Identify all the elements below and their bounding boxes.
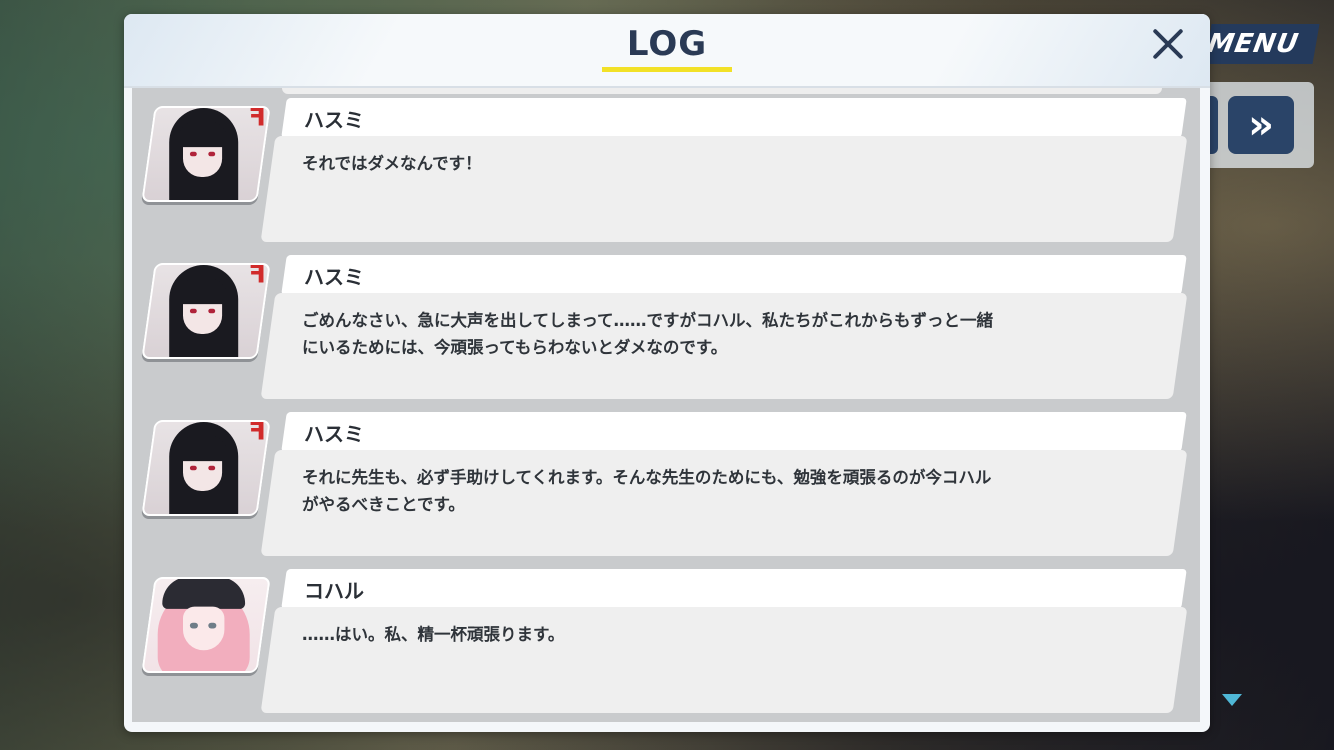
speaker-name: ハスミ bbox=[304, 108, 364, 132]
speaker-name: ハスミ bbox=[304, 265, 364, 289]
hasumi-portrait-icon: ꟻ bbox=[141, 106, 271, 202]
fast-forward-icon: » bbox=[1248, 102, 1274, 148]
avatar-koharu[interactable] bbox=[141, 577, 271, 673]
wing-emblem-icon: ꟻ bbox=[248, 263, 266, 290]
previous-entry-fragment bbox=[282, 88, 1162, 94]
menu-button[interactable]: MENU bbox=[1204, 24, 1320, 64]
hasumi-portrait-icon: ꟻ bbox=[141, 420, 271, 516]
close-icon[interactable] bbox=[1146, 22, 1190, 66]
name-plate bbox=[281, 255, 1187, 295]
hasumi-portrait-icon: ꟻ bbox=[141, 263, 271, 359]
menu-label: MENU bbox=[1205, 29, 1302, 59]
avatar-hasumi[interactable]: ꟻ bbox=[141, 263, 271, 359]
koharu-portrait-icon bbox=[141, 577, 271, 673]
log-entry: ꟻ ハスミ ごめんなさい、急に大声を出してしまって……ですがコハル、私たちがこれ… bbox=[132, 255, 1200, 403]
wing-emblem-icon: ꟻ bbox=[248, 420, 266, 447]
speaker-name: ハスミ bbox=[304, 422, 364, 446]
dialogue-text: ごめんなさい、急に大声を出してしまって……ですがコハル、私たちがこれからもずっと… bbox=[302, 311, 994, 357]
name-plate bbox=[281, 412, 1187, 452]
log-title: LOG bbox=[626, 24, 708, 64]
avatar-hasumi[interactable]: ꟻ bbox=[141, 106, 271, 202]
speaker-name: コハル bbox=[304, 579, 364, 603]
log-header: LOG bbox=[124, 14, 1210, 88]
log-window: LOG ꟻ ハスミ それではダメなんです！ ꟻ ハスミ ごめんなさい、急に大声を… bbox=[124, 14, 1210, 732]
dialogue-text: それではダメなんです！ bbox=[302, 154, 482, 173]
scroll-down-icon bbox=[1222, 694, 1242, 706]
wing-emblem-icon: ꟻ bbox=[248, 106, 266, 133]
dialogue-text: それに先生も、必ず手助けしてくれます。そんな先生のためにも、勉強を頑張るのが今コ… bbox=[302, 468, 992, 514]
skip-button[interactable]: » bbox=[1228, 96, 1294, 154]
name-plate bbox=[281, 98, 1187, 138]
log-entry: コハル ……はい。私、精一杯頑張ります。 bbox=[132, 569, 1200, 717]
log-list[interactable]: ꟻ ハスミ それではダメなんです！ ꟻ ハスミ ごめんなさい、急に大声を出してし… bbox=[132, 88, 1200, 722]
name-plate bbox=[281, 569, 1187, 609]
avatar-hasumi[interactable]: ꟻ bbox=[141, 420, 271, 516]
log-entry: ꟻ ハスミ それではダメなんです！ bbox=[132, 98, 1200, 246]
log-entry: ꟻ ハスミ それに先生も、必ず手助けしてくれます。そんな先生のためにも、勉強を頑… bbox=[132, 412, 1200, 560]
title-underline bbox=[602, 67, 732, 72]
dialogue-text: ……はい。私、精一杯頑張ります。 bbox=[302, 625, 565, 644]
